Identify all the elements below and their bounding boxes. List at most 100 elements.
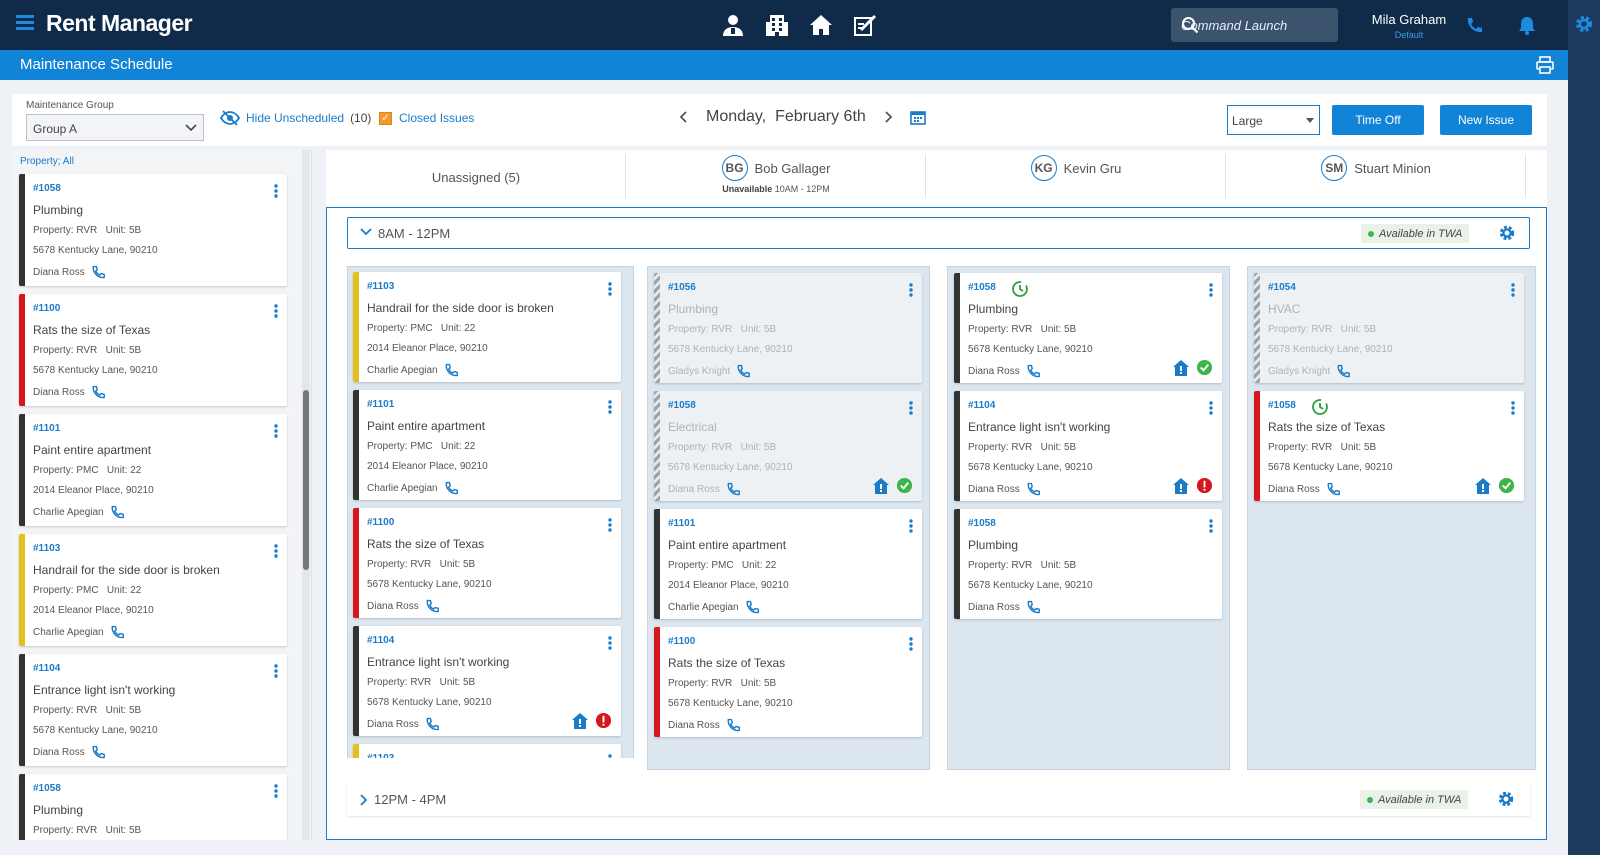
kebab-icon[interactable]: [274, 424, 278, 438]
kebab-icon[interactable]: [1209, 401, 1213, 415]
phone-icon[interactable]: [745, 600, 759, 614]
issue-card[interactable]: #1058 Plumbing Property: RVR Unit: 5B 5678 …: [19, 174, 287, 286]
phone-icon[interactable]: [1026, 364, 1040, 378]
issue-card[interactable]: #1100 Rats the size of Texas Property: RVR…: [654, 627, 922, 737]
issue-id[interactable]: #1100: [668, 636, 695, 647]
phone-icon[interactable]: [1326, 482, 1340, 496]
menu-icon[interactable]: [16, 13, 34, 31]
kebab-icon[interactable]: [274, 304, 278, 318]
next-day-icon[interactable]: [884, 111, 892, 123]
issue-card[interactable]: #1058 Plumbing Property: RVR Unit: 5B 5678 …: [954, 509, 1222, 619]
phone-icon[interactable]: [736, 364, 751, 378]
issue-id[interactable]: #1104: [33, 663, 60, 674]
house-icon[interactable]: [808, 12, 834, 38]
issue-id[interactable]: #1056: [668, 282, 696, 293]
phone-icon[interactable]: [1336, 364, 1351, 378]
kebab-icon[interactable]: [274, 664, 278, 678]
issue-card[interactable]: #1058 Plumbing Property: RVR Unit: 5B 5678 …: [954, 273, 1222, 383]
time-slot-header[interactable]: 8AM - 12PM Available in TWA: [347, 217, 1530, 249]
issue-card[interactable]: #1054 HVAC Property: RVR Unit: 5B 5678 Kent…: [1254, 273, 1524, 383]
phone-icon[interactable]: [1465, 16, 1483, 34]
kebab-icon[interactable]: [274, 544, 278, 558]
issue-id[interactable]: #1100: [33, 303, 60, 314]
tenant-icon[interactable]: [720, 12, 746, 38]
kebab-icon[interactable]: [1511, 283, 1515, 297]
kebab-icon[interactable]: [1209, 519, 1213, 533]
closed-issues-checkbox[interactable]: ✓: [379, 111, 392, 125]
kebab-icon[interactable]: [608, 636, 612, 650]
task-icon[interactable]: [852, 12, 878, 38]
bell-icon[interactable]: [1518, 15, 1536, 35]
kebab-icon[interactable]: [608, 282, 612, 296]
issue-card[interactable]: #1103 Handrail for the side door is broke…: [353, 272, 621, 382]
time-off-button[interactable]: Time Off: [1332, 105, 1424, 135]
issue-id[interactable]: #1101: [668, 518, 695, 529]
kebab-icon[interactable]: [274, 784, 278, 798]
kebab-icon[interactable]: [909, 283, 913, 297]
kebab-icon[interactable]: [274, 184, 278, 198]
previous-day-icon[interactable]: [680, 111, 688, 123]
issue-card[interactable]: #1058 Plumbing Property: RVR Unit: 5B: [19, 774, 287, 840]
phone-icon[interactable]: [91, 265, 105, 279]
closed-issues-toggle[interactable]: ✓ Closed Issues: [379, 111, 474, 125]
phone-icon[interactable]: [444, 481, 458, 495]
issue-card[interactable]: #1104 Entrance light isn't working Propert…: [353, 626, 621, 736]
issue-card[interactable]: #1101 Paint entire apartment Property: PMC…: [654, 509, 922, 619]
issue-id[interactable]: #1103: [367, 281, 394, 292]
print-icon[interactable]: [1536, 56, 1554, 74]
kebab-icon[interactable]: [1209, 283, 1213, 297]
kebab-icon[interactable]: [608, 400, 612, 414]
settings-icon[interactable]: [1574, 14, 1594, 34]
settings-icon[interactable]: [1497, 790, 1515, 808]
issue-card[interactable]: #1101 Paint entire apartment Property: PMC…: [19, 414, 287, 526]
phone-icon[interactable]: [425, 599, 439, 613]
search-icon[interactable]: [1181, 16, 1330, 34]
kebab-icon[interactable]: [909, 519, 913, 533]
new-issue-button[interactable]: New Issue: [1440, 105, 1532, 135]
phone-icon[interactable]: [91, 745, 105, 759]
issue-card[interactable]: #1056 Plumbing Property: RVR Unit: 5B 5678 …: [654, 273, 922, 383]
maintenance-group-select[interactable]: Group A: [26, 114, 204, 141]
issue-card[interactable]: #1100 Rats the size of Texas Property: RVR…: [353, 508, 621, 618]
kebab-icon[interactable]: [608, 518, 612, 532]
phone-icon[interactable]: [110, 505, 124, 519]
phone-icon[interactable]: [91, 385, 105, 399]
scrollbar-thumb[interactable]: [303, 390, 309, 570]
issue-id[interactable]: #1058: [33, 783, 61, 794]
property-filter-label[interactable]: Property; All: [20, 156, 74, 167]
issue-card[interactable]: #1101 Paint entire apartment Property: PMC…: [353, 390, 621, 500]
issue-id[interactable]: #1058: [1268, 400, 1296, 411]
issue-card[interactable]: #1058 Electrical Property: RVR Unit: 5B 567…: [654, 391, 922, 501]
kebab-icon[interactable]: [909, 637, 913, 651]
issue-card[interactable]: #1100 Rats the size of Texas Property: RVR…: [19, 294, 287, 406]
issue-card[interactable]: #1104 Entrance light isn't working Propert…: [954, 391, 1222, 501]
issue-id[interactable]: #1058: [968, 282, 996, 293]
phone-icon[interactable]: [444, 363, 458, 377]
phone-icon[interactable]: [1026, 482, 1040, 496]
issue-id[interactable]: #1104: [367, 635, 394, 646]
issue-card[interactable]: #1103 Handrail for the side door is broke…: [19, 534, 287, 646]
app-logo[interactable]: Rent Manager: [46, 10, 193, 37]
issue-card[interactable]: #1104 Entrance light isn't working Propert…: [19, 654, 287, 766]
chevron-right-icon[interactable]: [359, 794, 367, 806]
calendar-icon[interactable]: [909, 109, 926, 125]
phone-icon[interactable]: [110, 625, 124, 639]
issue-id[interactable]: #1104: [968, 400, 995, 411]
issue-id[interactable]: #1058: [968, 518, 996, 529]
issue-id[interactable]: #1058: [33, 183, 61, 194]
issue-id[interactable]: #1101: [33, 423, 60, 434]
phone-icon[interactable]: [1026, 600, 1040, 614]
user-menu[interactable]: Mila Graham Default: [1367, 12, 1451, 40]
time-slot-header-collapsed[interactable]: 12PM - 4PM Available in TWA: [347, 784, 1530, 816]
chevron-down-icon[interactable]: [360, 228, 372, 236]
card-size-select[interactable]: Large: [1227, 105, 1320, 135]
kebab-icon[interactable]: [1511, 401, 1515, 415]
hide-unscheduled-toggle[interactable]: Hide Unscheduled (10): [220, 110, 371, 126]
issue-card[interactable]: #1058 Rats the size of Texas Property: RVR…: [1254, 391, 1524, 501]
issue-id[interactable]: #1054: [1268, 282, 1296, 293]
phone-icon[interactable]: [425, 717, 439, 731]
command-launch-input[interactable]: Command Launch: [1171, 8, 1338, 42]
issue-id[interactable]: #1100: [367, 517, 394, 528]
building-icon[interactable]: [764, 12, 790, 38]
settings-icon[interactable]: [1498, 224, 1516, 242]
